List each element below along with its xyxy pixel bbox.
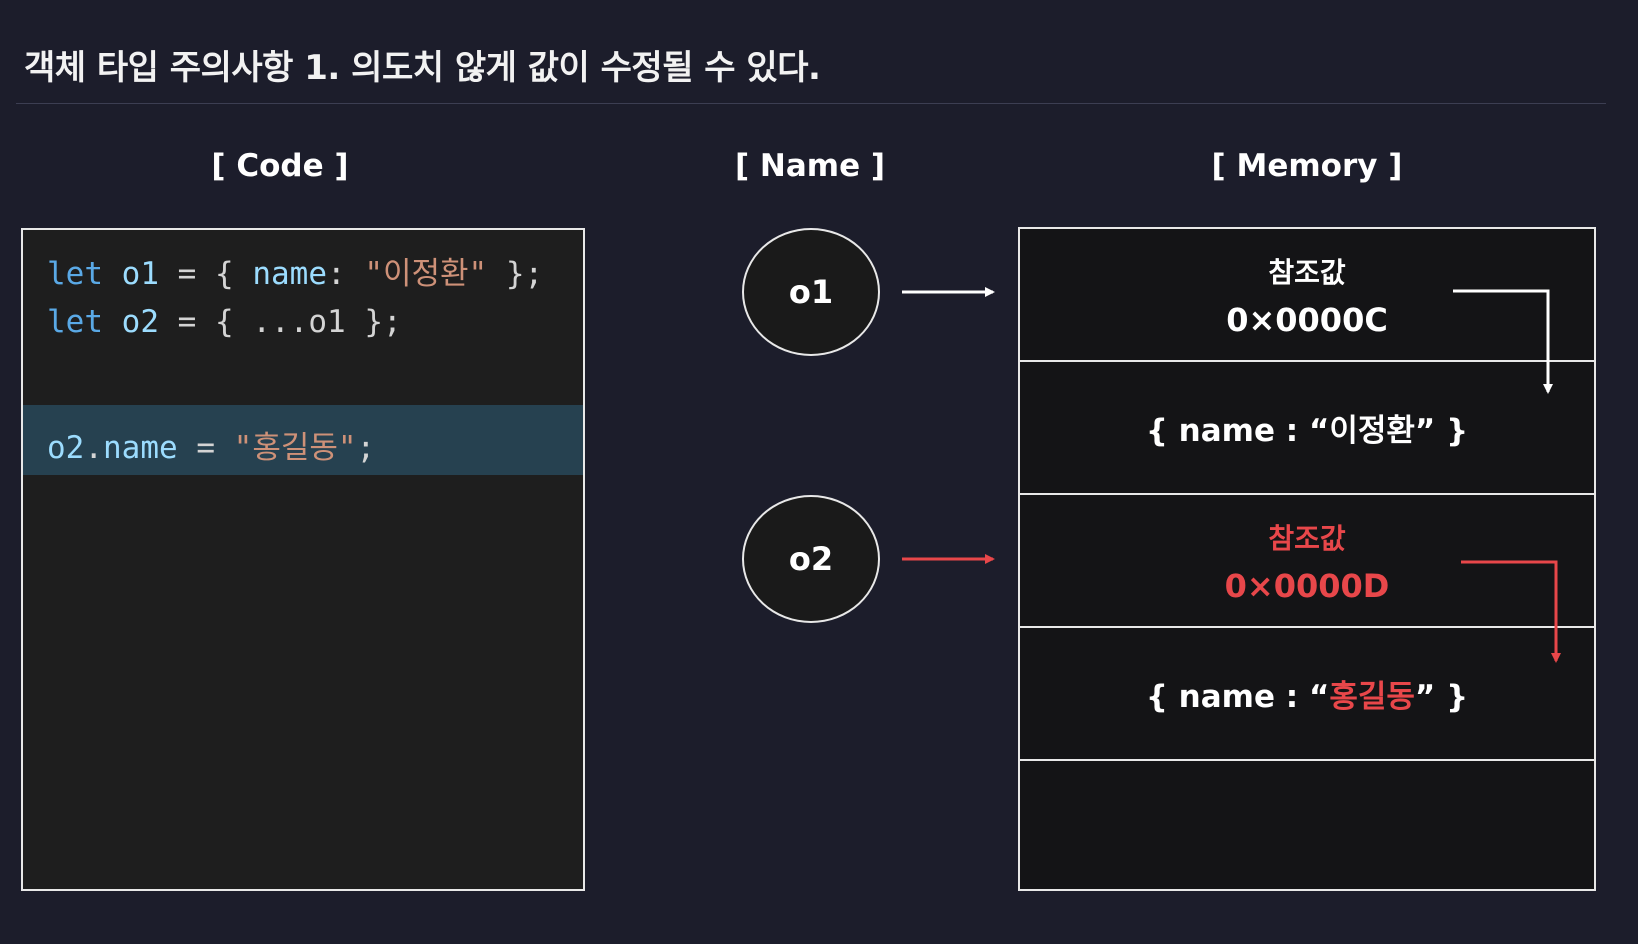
arrow-ref-d-to-object [1461,560,1561,663]
arrow-ref-c-to-object [1453,289,1553,394]
arrows-layer [902,287,1561,663]
